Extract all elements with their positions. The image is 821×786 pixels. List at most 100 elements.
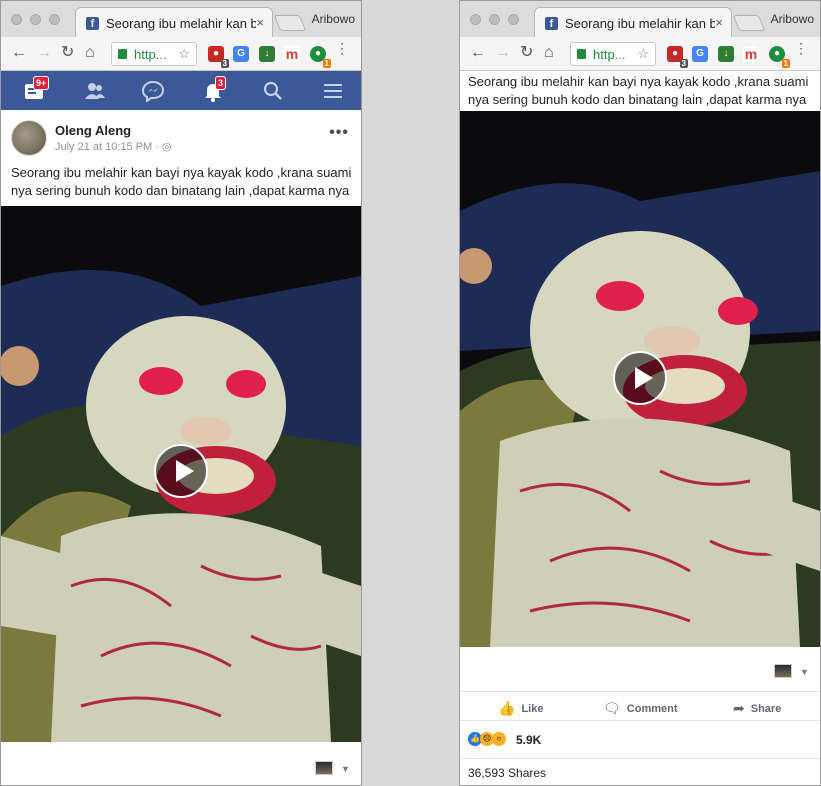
extension-badge: 3 (220, 59, 229, 68)
m-extension-icon[interactable]: m (284, 46, 300, 62)
browser-toolbar: ← → ↻ ⌂ http... ☆ ● 3 G ↓ m ● 1 ⋮ (1, 37, 361, 71)
url-text: http (134, 47, 156, 62)
post-video[interactable] (1, 206, 361, 742)
tab-strip: f Seorang ibu melahir kan bayi nya kayak… (460, 1, 820, 37)
thumbs-up-icon: 👍 (498, 700, 516, 716)
post-actions: 👍 Like 🗨 Comment ➦ Share (460, 691, 820, 721)
shield-extension-icon[interactable]: ● 3 (667, 46, 688, 68)
facebook-mobile-nav: 9+ 3 (1, 71, 361, 110)
forward-arrow-icon[interactable]: → (36, 44, 52, 62)
g-extension-icon[interactable]: ● 1 (769, 46, 790, 68)
tab-title: Seorang ibu melahir kan bayi nya kayak k… (565, 16, 715, 31)
notifications-bell-icon[interactable]: 3 (201, 76, 227, 102)
shield-extension-icon[interactable]: ● 3 (208, 46, 229, 68)
zoom-window-dot[interactable] (49, 14, 60, 25)
back-arrow-icon[interactable]: ← (11, 44, 27, 62)
globe-icon: ◎ (162, 141, 172, 153)
share-arrow-icon: ➦ (733, 700, 745, 716)
profile-name[interactable]: Aribowo (312, 12, 355, 26)
new-tab-button[interactable] (732, 15, 766, 31)
share-label: Share (750, 703, 782, 715)
friend-requests-icon[interactable] (83, 80, 107, 102)
wow-reaction-icon: ○ (492, 732, 506, 746)
like-label: Like (521, 703, 544, 715)
url-ellipsis: ... (155, 47, 167, 62)
more-options-icon[interactable]: ••• (329, 124, 349, 142)
like-button[interactable]: 👍 Like (498, 700, 543, 717)
g-extension-icon[interactable]: ● 1 (310, 46, 331, 68)
bookmark-star-icon[interactable]: ☆ (178, 46, 190, 62)
profile-name[interactable]: Aribowo (771, 12, 814, 26)
play-button[interactable] (154, 444, 208, 498)
play-button[interactable] (613, 351, 667, 405)
translate-extension-icon[interactable]: G (233, 46, 249, 62)
tab-close-icon[interactable]: × (256, 15, 264, 30)
url-ellipsis: ... (614, 47, 626, 62)
minimize-window-dot[interactable] (489, 14, 500, 25)
back-arrow-icon[interactable]: ← (470, 44, 486, 62)
post-caption: Seorang ibu melahir kan bayi nya kayak k… (468, 74, 809, 107)
chrome-menu-icon[interactable]: ⋮ (335, 41, 349, 55)
download-extension-icon[interactable]: ↓ (718, 46, 734, 62)
reload-icon[interactable]: ↻ (520, 44, 533, 62)
address-bar[interactable]: http... ☆ (111, 42, 197, 66)
zoom-window-dot[interactable] (508, 14, 519, 25)
notifications-badge: 3 (215, 76, 227, 90)
post-header: Oleng Aleng July 21 at 10:15 PM · ◎ ••• (1, 111, 361, 161)
author-avatar[interactable] (11, 120, 47, 156)
chevron-down-icon[interactable]: ▼ (341, 764, 350, 774)
home-icon[interactable]: ⌂ (544, 44, 554, 62)
comment-bubble-icon: 🗨 (603, 700, 621, 716)
forward-arrow-icon[interactable]: → (495, 44, 511, 62)
minimize-window-dot[interactable] (30, 14, 41, 25)
share-button[interactable]: ➦ Share (733, 700, 781, 717)
tab-title: Seorang ibu melahir kan bayi nya kayak k… (106, 16, 256, 31)
close-window-dot[interactable] (11, 14, 22, 25)
tab-close-icon[interactable]: × (715, 15, 723, 30)
hamburger-menu-icon[interactable] (321, 80, 345, 102)
post-author[interactable]: Oleng Aleng (55, 123, 131, 138)
page-avatar[interactable] (774, 664, 792, 678)
close-window-dot[interactable] (470, 14, 481, 25)
bookmark-star-icon[interactable]: ☆ (637, 46, 649, 62)
browser-toolbar: ← → ↻ ⌂ http... ☆ ● 3 G ↓ m ● 1 ⋮ (460, 37, 820, 71)
lock-icon (118, 49, 127, 59)
news-feed-icon[interactable]: 9+ (23, 76, 50, 102)
lock-icon (577, 49, 586, 59)
extension-badge: 1 (781, 59, 790, 68)
feed-badge: 9+ (33, 76, 50, 90)
reload-icon[interactable]: ↻ (61, 44, 74, 62)
browser-window-left: f Seorang ibu melahir kan bayi nya kayak… (0, 0, 362, 786)
browser-tab[interactable]: f Seorang ibu melahir kan bayi nya kayak… (75, 7, 273, 37)
search-icon[interactable] (261, 80, 285, 102)
chevron-down-icon[interactable]: ▼ (800, 667, 809, 677)
facebook-favicon-icon: f (86, 17, 99, 30)
post-caption: Seorang ibu melahir kan bayi nya kayak k… (11, 165, 352, 198)
extension-badge: 3 (679, 59, 688, 68)
reaction-count: 5.9K (516, 733, 542, 747)
facebook-favicon-icon: f (545, 17, 558, 30)
divider (460, 758, 820, 759)
tab-strip: f Seorang ibu melahir kan bayi nya kayak… (1, 1, 361, 37)
url-text: http (593, 47, 615, 62)
page-avatar[interactable] (315, 761, 333, 775)
post-timestamp[interactable]: July 21 at 10:15 PM · ◎ (55, 140, 172, 153)
extension-badge: 1 (322, 59, 331, 68)
comment-label: Comment (626, 703, 678, 715)
browser-tab[interactable]: f Seorang ibu melahir kan bayi nya kayak… (534, 7, 732, 37)
reshare-row: ▼ (1, 742, 361, 775)
post-video[interactable] (460, 111, 820, 647)
home-icon[interactable]: ⌂ (85, 44, 95, 62)
download-extension-icon[interactable]: ↓ (259, 46, 275, 62)
share-count[interactable]: 36,593 Shares (468, 766, 546, 780)
messenger-icon[interactable] (141, 80, 165, 103)
m-extension-icon[interactable]: m (743, 46, 759, 62)
post-timestamp-text: July 21 at 10:15 PM (55, 141, 153, 153)
reshare-row: ▼ (460, 656, 820, 684)
comment-button[interactable]: 🗨 Comment (603, 700, 678, 717)
chrome-menu-icon[interactable]: ⋮ (794, 41, 808, 55)
browser-window-right: f Seorang ibu melahir kan bayi nya kayak… (459, 0, 821, 786)
address-bar[interactable]: http... ☆ (570, 42, 656, 66)
new-tab-button[interactable] (273, 15, 307, 31)
translate-extension-icon[interactable]: G (692, 46, 708, 62)
